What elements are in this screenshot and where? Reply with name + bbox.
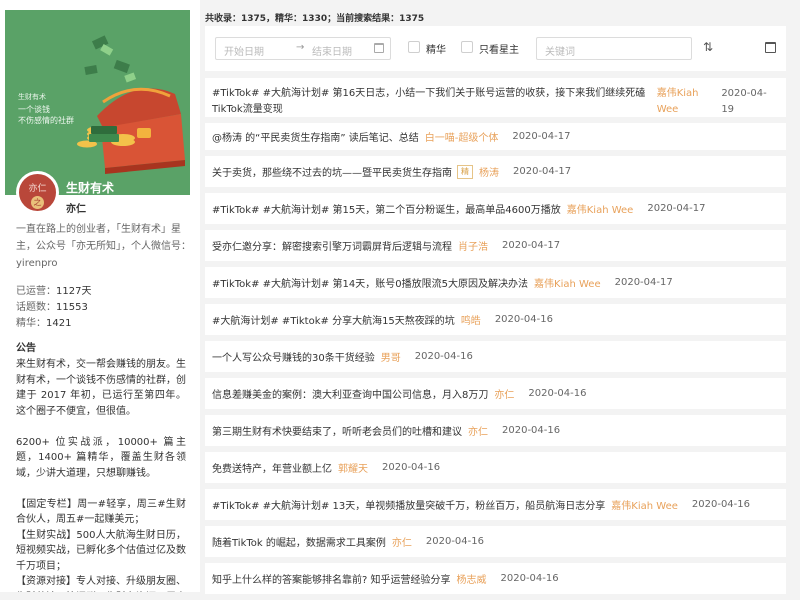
topic-row[interactable]: 信息差赚美金的案例：澳大利亚查询中国公司信息，月入8万刀 亦仁 2020-04-… — [205, 378, 786, 409]
topic-author[interactable]: 嘉伟Kiah Wee — [611, 497, 678, 512]
topic-row[interactable]: 知乎上什么样的答案能够排名靠前? 知乎运营经验分享 杨志威 2020-04-16 — [205, 563, 786, 594]
group-stats: 已运营：1127天 话题数：11553 精华：1421 — [16, 284, 91, 332]
topic-title[interactable]: 关于卖货，那些绕不过去的坑——暨平民卖货生存指南 — [212, 164, 452, 179]
topic-date: 2020-04-16 — [382, 462, 441, 473]
topic-author[interactable]: 亦仁 — [392, 534, 412, 549]
search-summary: 共收录：1375，精华：1330；当前搜索结果：1375 — [205, 14, 425, 24]
date-range-picker[interactable]: 开始日期 → 结束日期 — [215, 37, 391, 60]
topic-title[interactable]: 一个人写公众号赚钱的30条干货经验 — [212, 349, 375, 364]
notice-text: 来生财有术，交一帮会赚钱的朋友。生财有术，一个谈钱不伤感情的社群，创建于 201… — [16, 359, 186, 592]
notice-title: 公告 — [16, 343, 36, 354]
topic-date: 2020-04-19 — [721, 88, 767, 115]
cover-brand-text: 生财有术 — [18, 93, 46, 101]
group-cover-image: 生财有术 一个谈钱 不伤感情的社群 — [5, 10, 190, 195]
owner-name[interactable]: 亦仁 — [66, 200, 86, 215]
owner-intro: 一直在路上的创业者，「生财有术」星主，公众号「亦无所知」，个人微信号：yiren… — [16, 224, 191, 269]
topic-title[interactable]: 知乎上什么样的答案能够排名靠前? 知乎运营经验分享 — [212, 571, 451, 586]
calendar-icon[interactable] — [765, 42, 776, 53]
topic-row[interactable]: 随着TikTok 的崛起，数据需求工具案例 亦仁 2020-04-16 — [205, 526, 786, 557]
filter-bar: 开始日期 → 结束日期 精华 只看星主 关键词 ⇅ — [205, 26, 786, 71]
topic-author[interactable]: 杨志威 — [457, 571, 487, 586]
topic-date: 2020-04-16 — [414, 351, 473, 362]
topic-title[interactable]: #大航海计划# #Tiktok# 分享大航海15天熬夜踩的坑 — [212, 312, 455, 327]
topic-date: 2020-04-17 — [512, 131, 571, 142]
topic-author[interactable]: 亦仁 — [468, 423, 488, 438]
topic-author[interactable]: 嘉伟Kiah Wee — [657, 86, 712, 118]
topic-row[interactable]: #大航海计划# #Tiktok# 分享大航海15天熬夜踩的坑 鸣皓 2020-0… — [205, 304, 786, 335]
topic-title[interactable]: 随着TikTok 的崛起，数据需求工具案例 — [212, 534, 386, 549]
essence-checkbox[interactable] — [408, 41, 420, 53]
topic-row[interactable]: 第三期生财有术快要结束了，听听老会员们的吐槽和建议 亦仁 2020-04-16 — [205, 415, 786, 446]
stat-topics: 话题数：11553 — [16, 302, 88, 313]
topic-date: 2020-04-16 — [500, 573, 559, 584]
cover-slogan-line2: 不伤感情的社群 — [18, 116, 74, 125]
topic-author[interactable]: 嘉伟Kiah Wee — [534, 275, 601, 290]
topic-row[interactable]: 一个人写公众号赚钱的30条干货经验 男哥 2020-04-16 — [205, 341, 786, 372]
keyword-search-input[interactable]: 关键词 — [536, 37, 692, 60]
topic-title[interactable]: #TikTok# #大航海计划# 13天，单视频播放量突破千万，粉丝百万，船员航… — [212, 497, 605, 512]
owner-avatar[interactable]: 亦仁 之 — [16, 171, 59, 214]
topic-author[interactable]: 郭耀天 — [338, 460, 368, 475]
topic-author[interactable]: 白一喵-超级个体 — [425, 129, 499, 144]
stat-days: 已运营：1127天 — [16, 286, 92, 297]
topic-date: 2020-04-17 — [647, 203, 706, 214]
topic-row[interactable]: #TikTok# #大航海计划# 第15天，第二个百分粉诞生，最高单品4600万… — [205, 193, 786, 224]
star-only-checkbox-label[interactable]: 只看星主 — [479, 41, 519, 56]
topic-date: 2020-04-16 — [425, 536, 484, 547]
star-only-checkbox[interactable] — [461, 41, 473, 53]
cover-slogan: 一个谈钱 不伤感情的社群 — [18, 104, 74, 126]
date-range-arrow-icon: → — [296, 42, 305, 53]
topic-date: 2020-04-16 — [494, 314, 553, 325]
topic-row[interactable]: 免费送特产，年营业额上亿 郭耀天 2020-04-16 — [205, 452, 786, 483]
avatar-stamp: 之 — [31, 196, 44, 209]
group-sidebar: 生财有术 一个谈钱 不伤感情的社群 亦仁 之 生财有术 亦仁 一直在路上的创业者… — [0, 0, 200, 592]
topic-date: 2020-04-16 — [528, 388, 587, 399]
topic-row[interactable]: #TikTok# #大航海计划# 13天，单视频播放量突破千万，粉丝百万，船员航… — [205, 489, 786, 520]
topic-title[interactable]: @杨涛 的“平民卖货生存指南” 读后笔记、总结 — [212, 129, 419, 144]
topic-title[interactable]: 信息差赚美金的案例：澳大利亚查询中国公司信息，月入8万刀 — [212, 386, 488, 401]
avatar-text: 亦仁 — [28, 184, 47, 194]
topic-title[interactable]: #TikTok# #大航海计划# 第14天，账号0播放限流5大原因及解决办法 — [212, 275, 528, 290]
topic-date: 2020-04-17 — [614, 277, 673, 288]
topic-date: 2020-04-16 — [502, 425, 561, 436]
topic-author[interactable]: 亦仁 — [494, 386, 514, 401]
essence-checkbox-label[interactable]: 精华 — [426, 41, 446, 56]
topic-title[interactable]: #TikTok# #大航海计划# 第15天，第二个百分粉诞生，最高单品4600万… — [212, 201, 561, 216]
topic-title[interactable]: 免费送特产，年营业额上亿 — [212, 460, 332, 475]
topic-author[interactable]: 嘉伟Kiah Wee — [567, 201, 634, 216]
stat-essence: 精华：1421 — [16, 318, 72, 329]
topic-list: #TikTok# #大航海计划# 第16天日志，小结一下我们关于账号运营的收获，… — [205, 78, 786, 600]
topic-author[interactable]: 男哥 — [381, 349, 401, 364]
topic-row[interactable]: 受亦仁邀分享：解密搜索引擎万词霸屏背后逻辑与流程 肖子浩 2020-04-17 — [205, 230, 786, 261]
topic-row[interactable]: #TikTok# #大航海计划# 第14天，账号0播放限流5大原因及解决办法 嘉… — [205, 267, 786, 298]
group-name: 生财有术 — [66, 181, 115, 195]
topic-date: 2020-04-17 — [513, 166, 572, 177]
sort-icon[interactable]: ⇅ — [703, 40, 713, 54]
topic-row[interactable]: @杨涛 的“平民卖货生存指南” 读后笔记、总结 白一喵-超级个体 2020-04… — [205, 123, 786, 150]
topic-date: 2020-04-16 — [691, 499, 751, 510]
end-date-input[interactable]: 结束日期 — [312, 43, 352, 58]
topic-title[interactable]: 第三期生财有术快要结束了，听听老会员们的吐槽和建议 — [212, 423, 462, 438]
topic-author[interactable]: 杨涛 — [479, 164, 499, 179]
topic-row[interactable]: 关于卖货，那些绕不过去的坑——暨平民卖货生存指南 精 杨涛 2020-04-17 — [205, 156, 786, 187]
calendar-icon — [374, 43, 384, 53]
topic-title[interactable]: 受亦仁邀分享：解密搜索引擎万词霸屏背后逻辑与流程 — [212, 238, 452, 253]
topic-author[interactable]: 肖子浩 — [458, 238, 488, 253]
coin-chest-illustration — [5, 10, 190, 195]
cover-slogan-line1: 一个谈钱 — [18, 105, 50, 114]
start-date-input[interactable]: 开始日期 — [224, 43, 264, 58]
topic-author[interactable]: 鸣皓 — [461, 312, 481, 327]
topic-date: 2020-04-17 — [502, 240, 561, 251]
topic-row[interactable]: #TikTok# #大航海计划# 第16天日志，小结一下我们关于账号运营的收获，… — [205, 78, 786, 117]
topic-title[interactable]: #TikTok# #大航海计划# 第16天日志，小结一下我们关于账号运营的收获，… — [212, 86, 649, 118]
essence-badge: 精 — [457, 164, 473, 179]
